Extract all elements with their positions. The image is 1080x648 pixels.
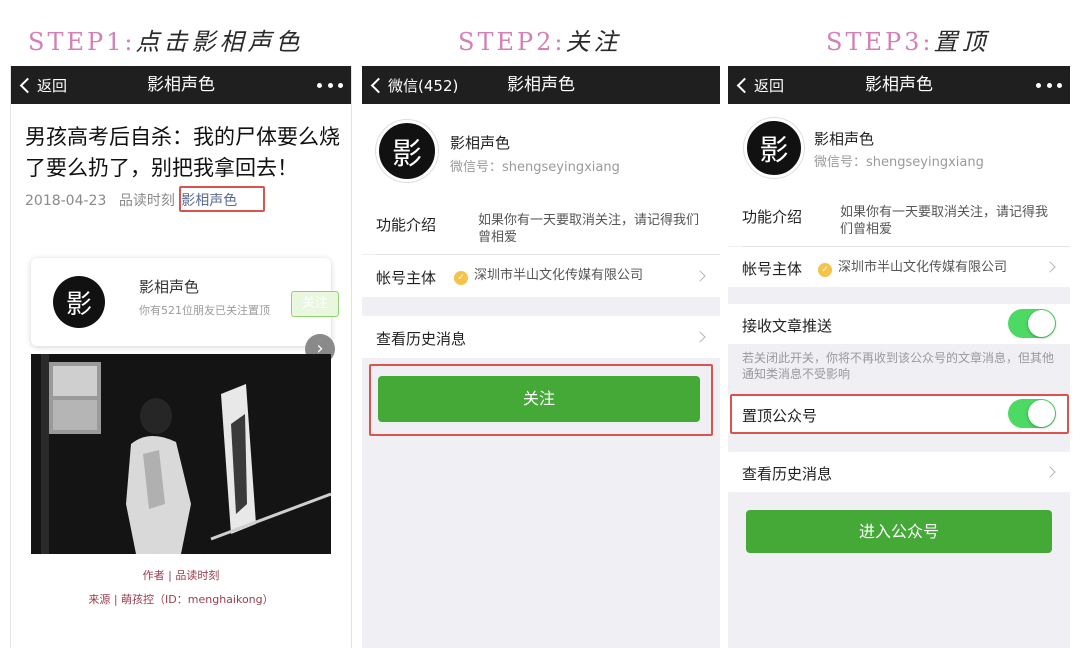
owner-label: 帐号主体 [742, 260, 803, 278]
step3-prefix: STEP3: [826, 28, 934, 56]
nav-bar: 微信(452) 影相声色 [362, 66, 720, 104]
credit-author: 作者 | 品读时刻 [142, 569, 220, 582]
article-screen: 返回 影相声色 男孩高考后自杀：我的尸体要么烧了要么扔了，别把我拿回去！ 201… [10, 66, 352, 648]
highlight-box [730, 394, 1069, 434]
history-label: 查看历史消息 [376, 330, 467, 348]
history-row[interactable]: 查看历史消息 [362, 316, 720, 358]
credit-source: 来源 | 萌孩控（ID：menghaikong） [88, 593, 274, 606]
chevron-right-icon [1044, 466, 1056, 478]
article-title: 男孩高考后自杀：我的尸体要么烧了要么扔了，别把我拿回去！ [25, 125, 340, 180]
wechat-id: 微信号：shengseyingxiang [814, 155, 984, 170]
owner-name: 深圳市半山文化传媒有限公司 [474, 268, 644, 283]
receive-row: 接收文章推送 [728, 304, 1070, 344]
article-date: 2018-04-23 [25, 193, 107, 209]
account-name: 影相声色 [814, 130, 875, 148]
card-account-name: 影相声色 [139, 278, 200, 296]
account-card[interactable]: 影 影相声色 你有521位朋友已关注置顶 关注 [31, 258, 339, 346]
intro-row: 功能介绍 如果你有一天要取消关注，请记得我们曾相爱 [362, 200, 720, 254]
step2-label: 关注 [565, 28, 622, 56]
nav-bar: 返回 影相声色 [728, 66, 1070, 104]
owner-value: ✓ 深圳市半山文化传媒有限公司 [454, 267, 643, 285]
chevron-right-icon [1044, 261, 1056, 273]
owner-label: 帐号主体 [376, 269, 437, 287]
verified-icon: ✓ [818, 263, 832, 277]
nav-title: 影相声色 [147, 75, 215, 95]
article-author: 品读时刻 [118, 193, 175, 209]
photo-image [31, 354, 331, 554]
receive-toggle[interactable] [1008, 309, 1056, 338]
receive-hint: 若关闭此开关，你将不再收到该公众号的文章消息，但其他通知类消息不受影响 [742, 351, 1055, 381]
nav-title: 影相声色 [865, 75, 933, 95]
toggle-knob [1028, 310, 1055, 337]
intro-label: 功能介绍 [742, 208, 803, 226]
chevron-right-icon [694, 270, 706, 282]
chevron-right-icon [694, 331, 706, 343]
step1-prefix: STEP1: [28, 28, 136, 56]
account-name: 影相声色 [450, 134, 511, 152]
more-icon[interactable] [317, 66, 343, 104]
wechat-id: 微信号：shengseyingxiang [450, 160, 620, 175]
history-row[interactable]: 查看历史消息 [728, 452, 1070, 492]
owner-row[interactable]: 帐号主体 ✓ 深圳市半山文化传媒有限公司 [728, 247, 1070, 287]
follow-button[interactable]: 关注 [378, 376, 700, 422]
intro-label: 功能介绍 [376, 216, 437, 234]
account-logo: 影 [53, 276, 105, 328]
step3-title: STEP3:置顶 [826, 22, 989, 57]
article-photo [31, 354, 331, 554]
intro-value: 如果你有一天要取消关注，请记得我们曾相爱 [840, 205, 1049, 237]
card-subtitle: 你有521位朋友已关注置顶 [139, 304, 270, 317]
nav-title: 影相声色 [507, 75, 575, 95]
follow-screen: 微信(452) 影相声色 影 影相声色 微信号：shengseyingxiang… [362, 66, 720, 648]
owner-row[interactable]: 帐号主体 ✓ 深圳市半山文化传媒有限公司 [362, 255, 720, 297]
history-label: 查看历史消息 [742, 465, 833, 483]
profile-header: 影 影相声色 微信号：shengseyingxiang [362, 104, 720, 200]
highlight-box [179, 186, 265, 212]
owner-name: 深圳市半山文化传媒有限公司 [838, 260, 1008, 275]
owner-value: ✓ 深圳市半山文化传媒有限公司 [818, 259, 1007, 277]
intro-value: 如果你有一天要取消关注，请记得我们曾相爱 [478, 213, 700, 245]
profile-header: 影 影相声色 微信号：shengseyingxiang [728, 104, 1070, 194]
more-icon[interactable] [1036, 66, 1062, 104]
enter-account-button[interactable]: 进入公众号 [746, 510, 1052, 553]
step1-title: STEP1:点击影相声色 [28, 22, 303, 57]
nav-bar: 返回 影相声色 [11, 66, 351, 104]
step2-prefix: STEP2: [458, 28, 566, 56]
verified-icon: ✓ [454, 271, 468, 285]
account-logo: 影 [744, 118, 804, 178]
step3-label: 置顶 [933, 28, 990, 56]
step2-title: STEP2:关注 [458, 22, 621, 57]
account-logo: 影 [376, 120, 438, 182]
receive-label: 接收文章推送 [742, 317, 833, 335]
step1-label: 点击影相声色 [135, 28, 304, 56]
pin-screen: 返回 影相声色 影 影相声色 微信号：shengseyingxiang 功能介绍… [728, 66, 1070, 648]
card-follow-button[interactable]: 关注 [291, 291, 339, 317]
intro-row: 功能介绍 如果你有一天要取消关注，请记得我们曾相爱 [728, 194, 1070, 246]
